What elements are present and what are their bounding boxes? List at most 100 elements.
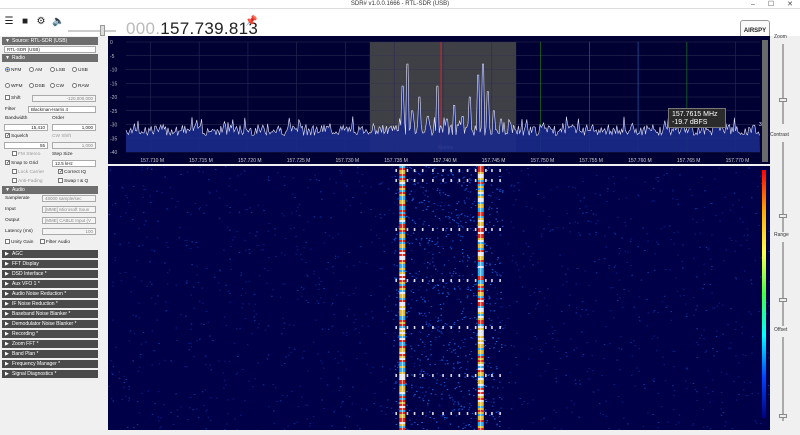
- shift-field[interactable]: -120,000,000: [32, 95, 96, 102]
- source-device-select[interactable]: RTL-SDR (USB): [4, 46, 96, 53]
- waterfall-noise: [185, 315, 187, 317]
- snap-to-grid-checkbox[interactable]: Snap to Grid: [5, 159, 38, 168]
- filter-audio-checkbox[interactable]: Filter Audio: [40, 238, 70, 247]
- zoom-slider[interactable]: [782, 44, 784, 124]
- waterfall-noise: [413, 365, 415, 367]
- zoom-slider-knob[interactable]: [779, 98, 787, 102]
- mode-raw[interactable]: RAW: [72, 82, 89, 91]
- contrast-slider[interactable]: [782, 142, 784, 232]
- output-select[interactable]: [MME] CABLE Input (V: [42, 217, 96, 224]
- samplerate-select[interactable]: 48000 sample/sec: [42, 195, 96, 202]
- stop-icon[interactable]: ■: [20, 17, 30, 27]
- waterfall-noise: [746, 228, 749, 230]
- waterfall-activity: [489, 263, 491, 265]
- plugin-header[interactable]: ▶ Demodulator Noise Blanker *: [2, 320, 98, 328]
- plugin-label: Band Plan *: [12, 351, 39, 357]
- squelch-field[interactable]: 55: [4, 142, 48, 149]
- waterfall-activity: [486, 179, 489, 181]
- range-slider[interactable]: [782, 242, 784, 326]
- swap-iq-checkbox[interactable]: Swap I & Q: [58, 177, 88, 186]
- close-button[interactable]: ✕: [781, 0, 799, 9]
- mode-row-2: WFM DSB CW RAW: [2, 78, 98, 94]
- waterfall-plot[interactable]: [108, 166, 772, 431]
- source-section-header[interactable]: ▼ Source: RTL-SDR (USB): [2, 37, 98, 45]
- pin-icon[interactable]: 📌: [245, 17, 257, 27]
- correct-iq-checkbox[interactable]: Correct IQ: [58, 168, 86, 177]
- spectrum-analyzer[interactable]: 0 -5 -10 -15 -20 -25 -30 -35 -40 157.710 M 157.715…: [108, 36, 770, 164]
- mode-wfm[interactable]: WFM: [5, 82, 22, 91]
- waterfall-noise: [365, 313, 367, 315]
- gear-icon[interactable]: ⚙: [36, 17, 46, 27]
- waterfall-activity: [428, 334, 430, 336]
- latency-field[interactable]: 100: [42, 228, 96, 235]
- plugin-header[interactable]: ▶ Signal Diagnostics *: [2, 370, 98, 378]
- plugin-header[interactable]: ▶ Audio Noise Reduction *: [2, 290, 98, 298]
- waterfall-activity: [405, 281, 408, 283]
- waterfall-noise: [702, 409, 705, 411]
- minimize-button[interactable]: –: [744, 0, 762, 9]
- spectrum-plot[interactable]: 0-5-10-15-20-25-30-35-40157.710 M 157.715…: [108, 36, 770, 164]
- waterfall-noise: [366, 409, 368, 411]
- anti-fading-checkbox[interactable]: Anti-Fading: [12, 177, 43, 186]
- mode-am[interactable]: AM: [29, 66, 42, 75]
- waterfall-activity: [393, 345, 395, 347]
- waterfall-noise: [396, 189, 398, 191]
- mode-cw[interactable]: CW: [50, 82, 64, 91]
- mode-lsb[interactable]: LSB: [50, 66, 65, 75]
- waterfall-noise: [565, 374, 567, 376]
- order-field[interactable]: 1,000: [52, 124, 96, 131]
- plugin-header[interactable]: ▶ Aux VFO 1 *: [2, 280, 98, 288]
- input-select[interactable]: [MME] Microsoft Soun: [42, 206, 96, 213]
- range-slider-knob[interactable]: [779, 298, 787, 302]
- step-size-select[interactable]: 12.5 kHz: [52, 160, 96, 167]
- cw-shift-field[interactable]: 1,000: [52, 142, 96, 149]
- waterfall-noise: [138, 227, 140, 229]
- audio-section-header[interactable]: ▼ Audio: [2, 186, 98, 194]
- lock-carrier-checkbox[interactable]: Lock Carrier: [12, 168, 44, 177]
- maximize-button[interactable]: ☐: [762, 0, 780, 9]
- waterfall-noise: [187, 419, 189, 420]
- waterfall-noise: [272, 384, 274, 385]
- volume-slider-knob[interactable]: [100, 25, 105, 36]
- contrast-slider-knob[interactable]: [779, 214, 787, 218]
- plugin-header[interactable]: ▶ IF Noise Reduction *: [2, 300, 98, 308]
- plugin-header[interactable]: ▶ FFT Display: [2, 260, 98, 268]
- plugin-header[interactable]: ▶ Zoom FFT *: [2, 340, 98, 348]
- unity-gain-checkbox[interactable]: Unity Gain: [5, 238, 33, 247]
- volume-slider[interactable]: [68, 25, 116, 36]
- waterfall-noise: [355, 287, 357, 289]
- waterfall-noise: [711, 234, 713, 236]
- waterfall-display[interactable]: [108, 166, 772, 431]
- shift-checkbox[interactable]: Shift: [5, 94, 21, 103]
- waterfall-noise: [621, 237, 623, 239]
- plugin-header[interactable]: ▶ Frequency Manager *: [2, 360, 98, 368]
- mode-dsb[interactable]: DSB: [29, 82, 45, 91]
- squelch-checkbox[interactable]: Squelch: [5, 132, 28, 141]
- offset-slider[interactable]: [782, 337, 784, 421]
- fm-stereo-checkbox[interactable]: FM Stereo: [12, 150, 40, 159]
- spectrum-scrollbar[interactable]: [762, 40, 768, 162]
- plugin-header[interactable]: ▶ Baseband Noise Blanker *: [2, 310, 98, 318]
- waterfall-activity: [394, 365, 396, 367]
- speaker-icon[interactable]: 🔈: [52, 17, 64, 27]
- radio-section-header[interactable]: ▼ Radio: [2, 54, 98, 62]
- bandwidth-field[interactable]: 15,410: [4, 124, 48, 131]
- waterfall-noise: [376, 234, 378, 236]
- waterfall-activity: [463, 200, 466, 202]
- plugin-header[interactable]: ▶ DSD Interface *: [2, 270, 98, 278]
- waterfall-activity: [499, 190, 501, 192]
- mode-nfm[interactable]: NFM: [5, 66, 21, 75]
- waterfall-noise: [588, 284, 590, 286]
- filter-select[interactable]: Blackman-Harris 4: [28, 106, 96, 113]
- waterfall-noise: [203, 212, 205, 214]
- offset-slider-knob[interactable]: [779, 414, 787, 418]
- plugin-header[interactable]: ▶ Band Plan *: [2, 350, 98, 358]
- waterfall-noise: [358, 180, 361, 182]
- waterfall-noise: [523, 265, 525, 267]
- waterfall-noise: [608, 227, 610, 229]
- waterfall-noise: [149, 281, 151, 283]
- mode-usb[interactable]: USB: [72, 66, 88, 75]
- plugin-header[interactable]: ▶ AGC: [2, 250, 98, 258]
- menu-icon[interactable]: ☰: [4, 17, 14, 27]
- plugin-header[interactable]: ▶ Recording *: [2, 330, 98, 338]
